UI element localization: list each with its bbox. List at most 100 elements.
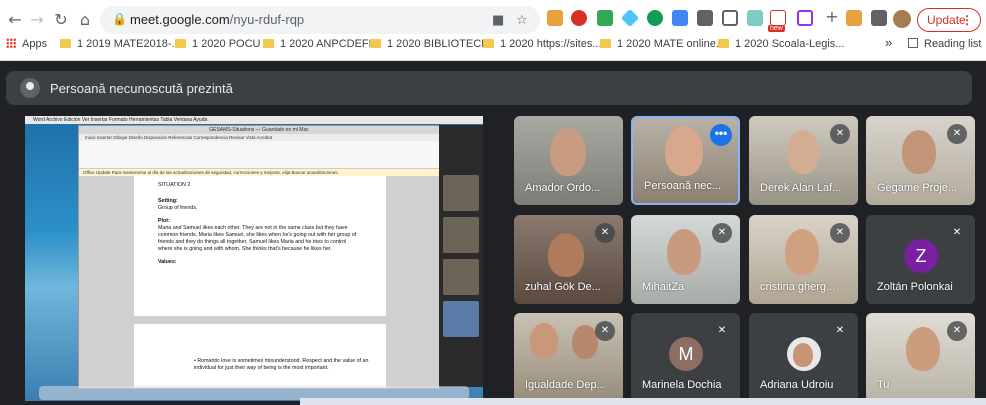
- puzzle-icon[interactable]: [871, 10, 887, 26]
- extension-icon[interactable]: [597, 10, 613, 26]
- adblock-icon[interactable]: [571, 10, 587, 26]
- extension-icon[interactable]: [697, 10, 713, 26]
- more-options-icon[interactable]: •••: [710, 124, 732, 146]
- participant-name: Gegame Proje...: [877, 182, 958, 194]
- participant-tile[interactable]: ✕ Igualdade Dep...: [514, 313, 623, 402]
- avatar: M: [669, 337, 703, 371]
- participant-tile[interactable]: ✕ Tu: [866, 313, 975, 402]
- participant-face: [530, 323, 558, 359]
- word-title: GESAMS-Situations — Guardado en mi Mac: [79, 126, 439, 134]
- mic-off-icon: ✕: [712, 223, 732, 243]
- mic-off-icon: ✕: [595, 223, 615, 243]
- participant-face: [548, 233, 584, 277]
- participant-name: Tu: [877, 379, 890, 391]
- bookmarks-overflow[interactable]: »: [885, 35, 892, 50]
- folder-icon: [60, 39, 71, 48]
- participant-name: cristina gherg...: [760, 281, 836, 293]
- plus-icon[interactable]: +: [821, 6, 843, 28]
- mic-off-icon: ✕: [595, 321, 615, 341]
- document-page: SITUATION 2 Setting: Group of friends. P…: [134, 176, 386, 316]
- reload-icon[interactable]: ↻: [50, 9, 72, 31]
- forward-icon[interactable]: →: [26, 9, 48, 31]
- address-bar[interactable]: 🔒 meet.google.com/nyu-rduf-rqp ■ ☆: [100, 6, 540, 34]
- doc-line: common friends. Maria likes Samuel, she …: [158, 232, 357, 238]
- reading-list[interactable]: Reading list: [908, 38, 981, 50]
- doc-line: • Romantic love is sometimes misundersto…: [194, 358, 369, 364]
- extension-icon[interactable]: [647, 10, 663, 26]
- home-icon[interactable]: ⌂: [74, 9, 96, 31]
- participant-tile[interactable]: ••• Persoană nec...: [631, 116, 740, 205]
- doc-line: where she is going and with whom. She th…: [158, 246, 332, 252]
- doc-line: Values:: [158, 259, 177, 265]
- avatar: Z: [904, 239, 938, 273]
- participant-name: Derek Alan Laf...: [760, 182, 842, 194]
- participant-name: zuhal Gök De...: [525, 281, 601, 293]
- participant-tile[interactable]: Z ✕ Zoltán Polonkai: [866, 215, 975, 304]
- doc-line: friends and they do things all together.…: [158, 239, 347, 245]
- participant-tile[interactable]: ✕ Adriana Udroiu: [749, 313, 858, 402]
- update-button[interactable]: Update ⋮: [917, 8, 981, 32]
- meet-area: Persoană necunoscută prezintă Word Archi…: [0, 61, 986, 405]
- pocket-icon[interactable]: [722, 10, 738, 26]
- bookmark-folder[interactable]: 1 2020 MATE online...: [600, 38, 725, 50]
- bookmark-folder[interactable]: 1 2020 ANPCDEFP: [263, 38, 376, 50]
- participant-tile[interactable]: ✕ Gegame Proje...: [866, 116, 975, 205]
- participant-face: [550, 128, 586, 176]
- thumbnail: [443, 217, 479, 253]
- mic-off-icon: ✕: [830, 124, 850, 144]
- participant-face: [665, 126, 703, 176]
- doc-line: individual for just their way of being i…: [194, 365, 329, 371]
- bookmark-folder[interactable]: 1 2020 POCU: [175, 38, 260, 50]
- profile-avatar[interactable]: [893, 10, 911, 28]
- participant-tile[interactable]: ✕ cristina gherg...: [749, 215, 858, 304]
- thumbnail: [443, 259, 479, 295]
- participant-name: Adriana Udroiu: [760, 379, 834, 391]
- doc-line: Plot:: [158, 218, 170, 224]
- word-tabs: Inicio Insertar Dibujar Diseño Disposici…: [79, 134, 439, 141]
- bookmark-apps[interactable]: Apps: [6, 38, 47, 50]
- participant-tile[interactable]: ✕ zuhal Gök De...: [514, 215, 623, 304]
- camera-icon[interactable]: ■: [492, 13, 504, 28]
- doc-line: SITUATION 2: [158, 182, 191, 188]
- shared-thumbnails: [439, 125, 483, 387]
- participant-face: [906, 327, 940, 371]
- person-icon: [20, 78, 40, 98]
- extension-icon[interactable]: [620, 8, 640, 28]
- thumbnail: [443, 301, 479, 337]
- star-icon[interactable]: ☆: [516, 13, 528, 28]
- word-ribbon: [79, 141, 439, 169]
- mac-menubar: Word Archivo Edición Ver Insertar Format…: [25, 116, 483, 124]
- mic-off-icon: ✕: [830, 321, 850, 341]
- participant-tile[interactable]: ✕ MihaitZa: [631, 215, 740, 304]
- doc-line: Maria and Samuel likes each other. They …: [158, 225, 348, 231]
- translate-icon[interactable]: [672, 10, 688, 26]
- lock-icon: 🔒: [112, 12, 127, 26]
- presenter-text: Persoană necunoscută prezintă: [50, 81, 233, 96]
- url-text[interactable]: meet.google.com/nyu-rduf-rqp: [130, 12, 304, 27]
- participant-face: [785, 229, 819, 275]
- apps-grid-icon: [6, 38, 16, 48]
- document-canvas: SITUATION 2 Setting: Group of friends. P…: [79, 176, 439, 388]
- bookmark-folder[interactable]: 1 2020 https://sites....: [483, 38, 605, 50]
- participant-tile[interactable]: M ✕ Marinela Dochia: [631, 313, 740, 402]
- extension-icon[interactable]: [797, 10, 813, 26]
- bookmark-folder[interactable]: 1 2019 MATE2018-...: [60, 38, 181, 50]
- bookmark-folder[interactable]: 1 2020 BIBLIOTECI...: [370, 38, 493, 50]
- folder-icon: [600, 39, 611, 48]
- participant-tile[interactable]: Amador Ordo...: [514, 116, 623, 205]
- menu-dots-icon: ⋮: [961, 13, 973, 27]
- participant-name: MihaitZa: [642, 281, 685, 293]
- bookmark-folder[interactable]: 1 2020 Scoala-Legis...: [718, 38, 844, 50]
- extension-icon[interactable]: [547, 10, 563, 26]
- folder-icon: [263, 39, 274, 48]
- word-window: GESAMS-Situations — Guardado en mi Mac I…: [78, 125, 440, 389]
- document-page: • Romantic love is sometimes misundersto…: [134, 324, 386, 388]
- participant-tile[interactable]: ✕ Derek Alan Laf...: [749, 116, 858, 205]
- shared-screen: Word Archivo Edición Ver Insertar Format…: [25, 116, 483, 401]
- extension-icon[interactable]: [747, 10, 763, 26]
- extension-icon[interactable]: [846, 10, 862, 26]
- new-badge: new: [768, 25, 785, 32]
- extension-icon[interactable]: new: [768, 10, 786, 32]
- back-icon[interactable]: ←: [4, 9, 26, 31]
- update-notice: Office Update Para mantenerse al día de …: [79, 169, 439, 176]
